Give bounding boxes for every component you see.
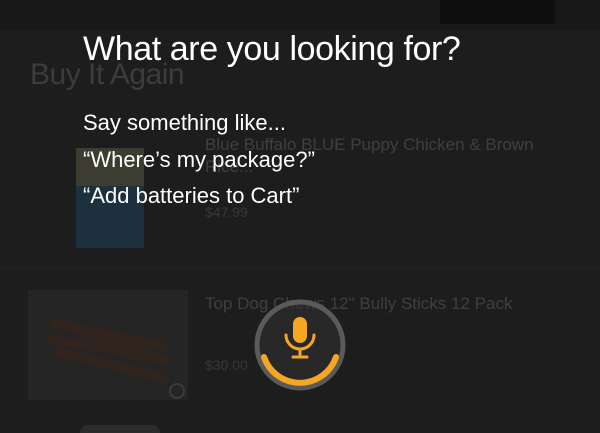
mic-ring [254, 299, 346, 391]
voice-prompt-title: What are you looking for? [83, 30, 461, 68]
voice-example-1: “Where’s my package?” [83, 147, 315, 172]
voice-example-2: “Add batteries to Cart” [83, 183, 300, 208]
voice-search-overlay[interactable]: What are you looking for? Say something … [0, 0, 600, 433]
voice-hint-label: Say something like... [83, 110, 286, 135]
microphone-button[interactable] [250, 295, 350, 395]
screen: Buy It Again Blue Buffalo BLUE Puppy Chi… [0, 0, 600, 433]
